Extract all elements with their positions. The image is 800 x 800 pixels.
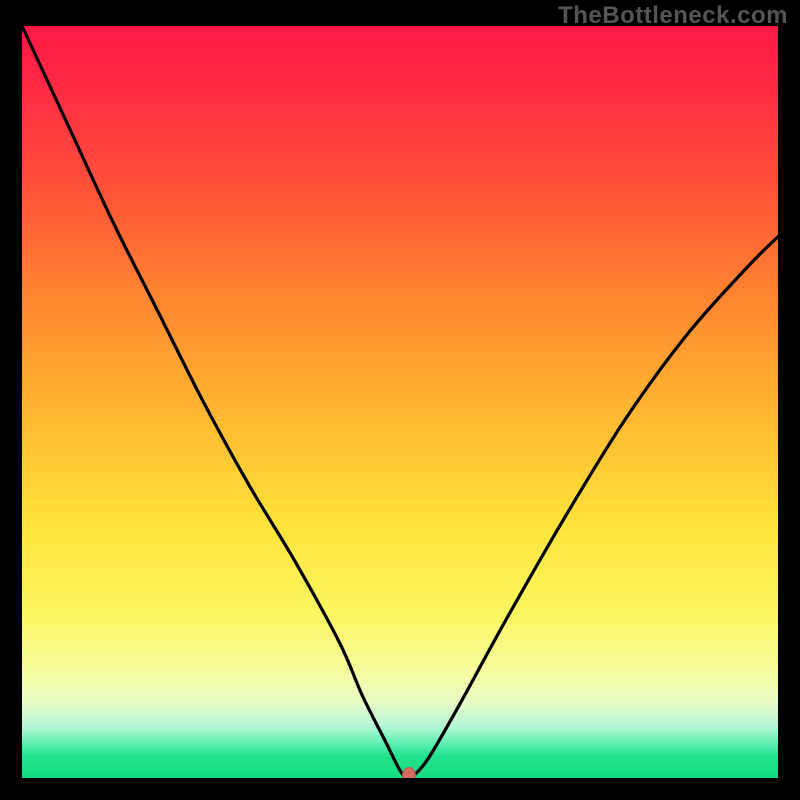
optimal-point-marker [402, 767, 416, 778]
plot-area [22, 26, 778, 778]
chart-frame: TheBottleneck.com [0, 0, 800, 800]
bottleneck-curve [22, 26, 778, 778]
watermark-text: TheBottleneck.com [558, 2, 788, 30]
curve-path [22, 26, 778, 778]
